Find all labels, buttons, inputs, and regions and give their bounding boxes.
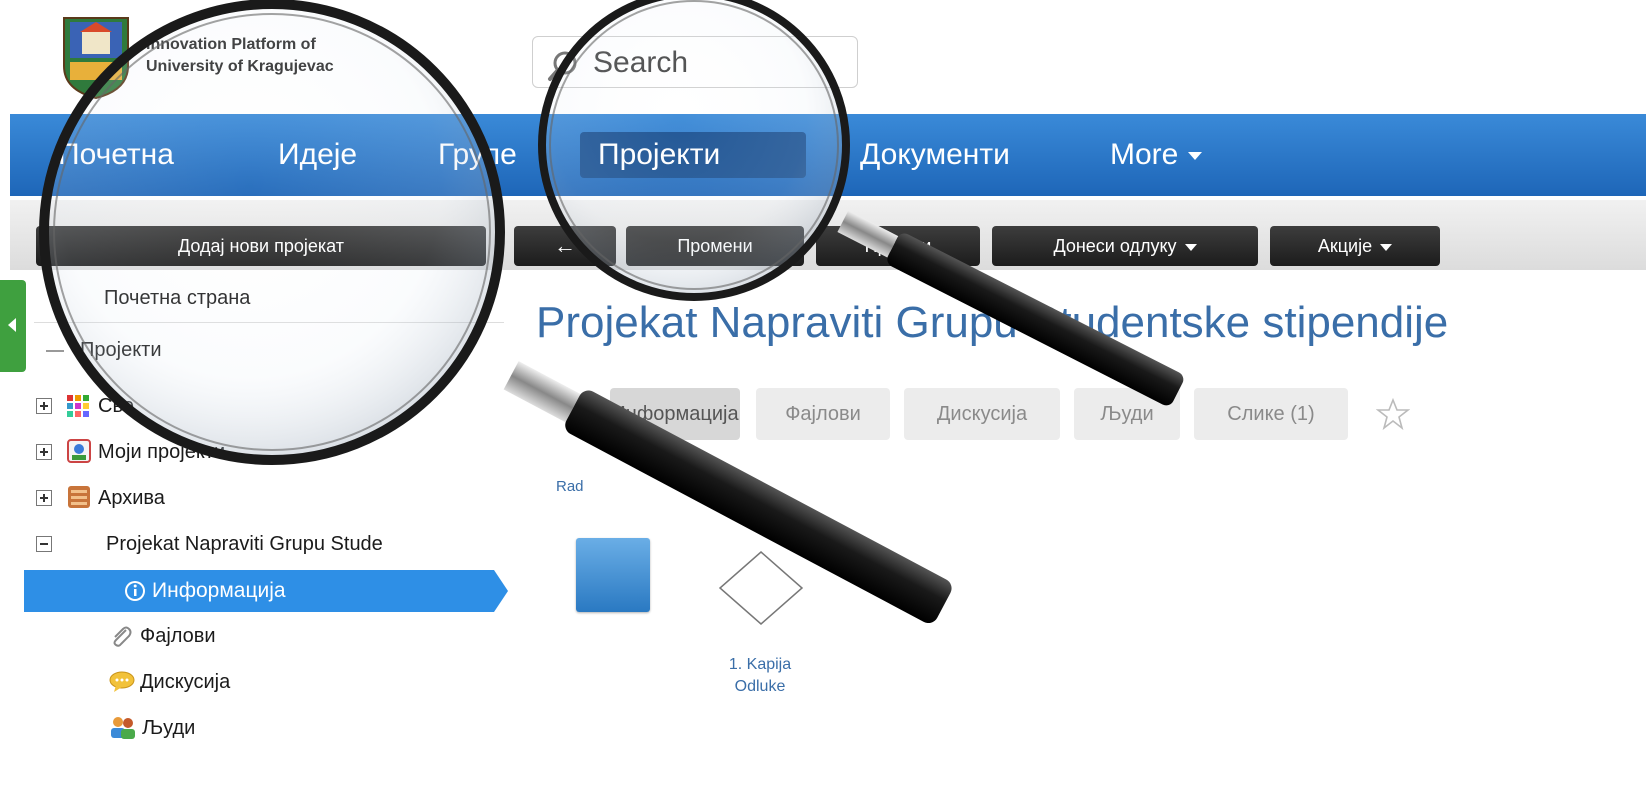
actions-label: Акције bbox=[1317, 236, 1373, 256]
header: Innovation Platform of University of Kra… bbox=[0, 0, 1646, 112]
nav-more-label: More bbox=[1110, 138, 1179, 171]
tab-discussion[interactable]: Дискусија bbox=[904, 388, 1060, 440]
sidebar-project-name[interactable]: Projekat Napraviti Grupu Stude bbox=[106, 526, 496, 562]
brand-line-1: Innovation Platform of bbox=[146, 36, 316, 53]
sidebar-item-info[interactable]: Информација bbox=[24, 570, 508, 612]
sidebar-home[interactable]: Почетна страна bbox=[104, 280, 250, 316]
archive-icon bbox=[68, 486, 90, 508]
people-icon bbox=[111, 717, 135, 739]
rad-link[interactable]: Rad bbox=[556, 478, 584, 495]
nav-documents[interactable]: Документи bbox=[842, 132, 1028, 178]
sidebar-my-projects[interactable]: Моји пројекти bbox=[98, 434, 225, 470]
tab-images[interactable]: Слике (1) bbox=[1194, 388, 1348, 440]
make-decision-button[interactable]: Донеси одлуку bbox=[992, 226, 1258, 266]
expand-plus-icon[interactable] bbox=[36, 444, 52, 460]
my-projects-icon bbox=[67, 439, 91, 463]
speech-bubble-icon bbox=[109, 671, 135, 692]
caret-down-icon bbox=[1380, 243, 1393, 251]
nav-groups[interactable]: Групе bbox=[420, 132, 535, 178]
edit-button[interactable]: Промени bbox=[626, 226, 804, 266]
paperclip-icon bbox=[113, 626, 132, 647]
brand-line-2: University of Kragujevac bbox=[146, 58, 334, 75]
add-project-button[interactable]: Додај нови пројекат bbox=[36, 226, 486, 266]
caret-down-icon bbox=[1188, 152, 1203, 161]
gate-label[interactable]: 1. Kapija Odluke bbox=[700, 654, 820, 698]
gate-label-line-1: 1. Kapija bbox=[728, 656, 792, 673]
caret-down-icon bbox=[1184, 243, 1197, 251]
back-button[interactable]: ← bbox=[514, 226, 616, 266]
grid-apps-icon bbox=[67, 395, 89, 417]
sidebar-archive[interactable]: Архива bbox=[98, 480, 165, 516]
collapse-minus-icon[interactable] bbox=[36, 536, 52, 552]
toolbar: Додај нови пројекат ← Промени Пријави До… bbox=[10, 200, 1646, 270]
tab-people[interactable]: Људи bbox=[1074, 388, 1180, 440]
sidebar-files[interactable]: Фајлови bbox=[140, 618, 216, 654]
make-decision-label: Донеси одлуку bbox=[1053, 236, 1177, 256]
divider bbox=[34, 322, 504, 323]
sidebar-item-info-label: Информација bbox=[152, 579, 286, 602]
main-nav: Почетна Идеје Групе Пројекти Документи M… bbox=[10, 114, 1646, 196]
nav-home[interactable]: Почетна bbox=[40, 132, 192, 178]
search-input[interactable] bbox=[591, 45, 845, 81]
nav-ideas[interactable]: Идеје bbox=[260, 132, 375, 178]
tab-files[interactable]: Фајлови bbox=[756, 388, 890, 440]
search-box[interactable] bbox=[532, 36, 858, 88]
sidebar-all[interactable]: Све bbox=[98, 388, 134, 424]
decision-diamond-icon[interactable] bbox=[716, 548, 806, 628]
gate-label-line-2: Odluke bbox=[734, 678, 786, 695]
expand-plus-icon[interactable] bbox=[36, 398, 52, 414]
nav-more[interactable]: More bbox=[1092, 132, 1220, 178]
page-title: Projekat Napraviti Grupu Studentske stip… bbox=[536, 298, 1449, 347]
tab-info[interactable]: Информација bbox=[610, 388, 740, 440]
star-outline-icon[interactable] bbox=[1376, 398, 1410, 430]
sidebar-people[interactable]: Људи bbox=[142, 710, 195, 746]
sidebar-projects-header[interactable]: Пројекти bbox=[80, 332, 162, 368]
document-thumbnail[interactable] bbox=[576, 538, 650, 612]
brand-name: Innovation Platform of University of Kra… bbox=[146, 34, 334, 78]
nav-projects[interactable]: Пројекти bbox=[580, 132, 806, 178]
report-button[interactable]: Пријави bbox=[816, 226, 980, 266]
university-logo[interactable] bbox=[60, 14, 132, 100]
actions-button[interactable]: Акције bbox=[1270, 226, 1440, 266]
sidebar-discussion[interactable]: Дискусија bbox=[140, 664, 230, 700]
collapse-dash-icon[interactable] bbox=[46, 350, 64, 352]
search-icon bbox=[548, 51, 577, 81]
sidebar-collapse-handle[interactable] bbox=[0, 280, 26, 372]
expand-plus-icon[interactable] bbox=[36, 490, 52, 506]
info-icon bbox=[125, 581, 145, 601]
